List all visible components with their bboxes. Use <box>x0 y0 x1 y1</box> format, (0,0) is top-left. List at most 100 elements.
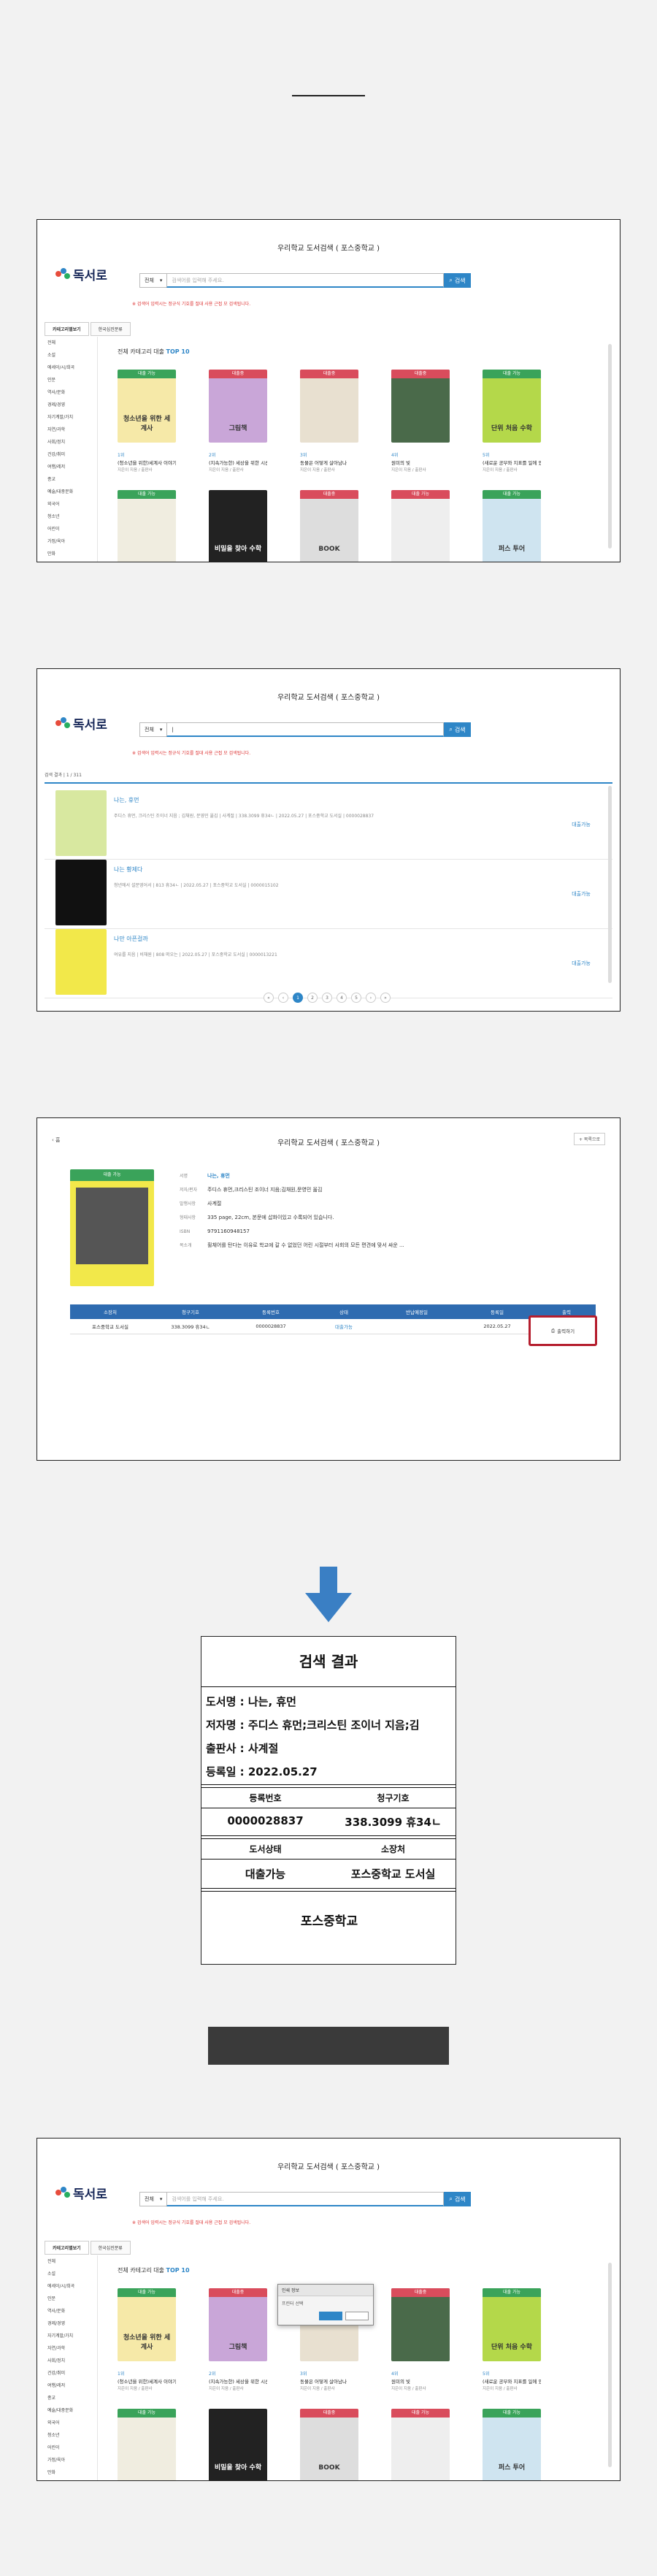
search-input[interactable]: 검색어를 입력해 주세요. <box>166 273 445 288</box>
scrollbar[interactable] <box>608 2263 612 2467</box>
sidebar-item[interactable]: 종교 <box>45 2392 97 2404</box>
sidebar-item[interactable]: 역사/문화 <box>45 2305 97 2317</box>
page-button[interactable]: 5 <box>351 993 361 1003</box>
sidebar-item[interactable]: 여행/레저 <box>45 2380 97 2392</box>
result-title[interactable]: 나는, 휴먼 <box>114 796 139 804</box>
page-button[interactable]: 1 <box>293 993 303 1003</box>
sidebar-item[interactable]: 경제/경영 <box>45 399 97 411</box>
book-card[interactable]: 대출중 4위 원미의 빛 지은이 지음 / 출판사 <box>391 370 450 473</box>
logo[interactable]: 독서로 <box>55 2184 107 2202</box>
sidebar-item[interactable]: 예술/대중문화 <box>45 486 97 498</box>
tab-category[interactable]: 카테고리별보기 <box>45 2241 89 2255</box>
sidebar-item[interactable]: 외국어 <box>45 498 97 511</box>
book-card[interactable]: 대출 가능 청소년을 위한 세계사 1위 (청소년을 위한)세계사 이야기 지은이 지음… <box>118 2288 176 2391</box>
dialog-ok-button[interactable] <box>319 2312 342 2320</box>
tab-category[interactable]: 카테고리별보기 <box>45 322 89 336</box>
book-card[interactable]: 대출 가능 <box>391 490 450 562</box>
logo[interactable]: 독서로 <box>55 714 107 733</box>
sidebar-item[interactable]: 사회/정치 <box>45 436 97 448</box>
book-title[interactable]: (새로운 공부와 지표를 일에 있 <box>483 459 541 466</box>
search-button[interactable]: ⌕ 검색 <box>444 722 471 737</box>
sidebar-item[interactable]: 어린이 <box>45 523 97 535</box>
book-card[interactable]: 대출 가능 퍼스 투어 <box>483 490 541 562</box>
book-card[interactable]: 대출 가능 <box>118 490 176 562</box>
sidebar-item[interactable]: 자기계발/가치 <box>45 411 97 424</box>
sidebar-item[interactable]: 자연/과학 <box>45 2342 97 2355</box>
sidebar-item[interactable]: 가정/육아 <box>45 535 97 548</box>
sidebar-item[interactable]: 전체 <box>45 2255 97 2268</box>
book-card[interactable]: 비밀을 찾아 수학 <box>209 490 267 562</box>
book-title[interactable]: (청소년을 위한)세계사 이야기 <box>118 2377 176 2385</box>
logo[interactable]: 독서로 <box>55 265 107 283</box>
sidebar-item[interactable]: 자연/과학 <box>45 424 97 436</box>
search-scope-select[interactable]: 전체 ▾ <box>139 2192 167 2206</box>
sidebar-item[interactable]: 에세이/시/희곡 <box>45 362 97 374</box>
result-row[interactable]: 나는 황제다 청년에서 설문영어서 | 813 휴34ㄴ | 2022.05.27… <box>45 855 612 929</box>
sidebar-item[interactable]: 사전/참고서/학습 <box>45 2479 97 2480</box>
book-card[interactable]: 대출 가능 <box>118 2409 176 2480</box>
book-card[interactable]: 대출 가능 퍼스 투어 <box>483 2409 541 2480</box>
page-button[interactable]: 3 <box>322 993 332 1003</box>
scrollbar[interactable] <box>608 344 612 549</box>
book-card[interactable]: 대출 가능 단위 처음 수학 5위 (새로운 공부와 지표를 일에 있 지은이 지음 /… <box>483 2288 541 2391</box>
sidebar-item[interactable]: 예술/대중문화 <box>45 2404 97 2417</box>
list-button[interactable]: + 목록으로 <box>573 1133 605 1145</box>
book-card[interactable]: 대출 가능 <box>391 2409 450 2480</box>
sidebar-item[interactable]: 만화 <box>45 2466 97 2479</box>
sidebar-item[interactable]: 외국어 <box>45 2417 97 2429</box>
sidebar-item[interactable]: 사회/정치 <box>45 2355 97 2367</box>
book-title[interactable]: (청소년을 위한)세계사 이야기 <box>118 459 176 466</box>
book-title[interactable]: (지속가능한) 세상을 위한 시선 <box>209 459 267 466</box>
book-title[interactable]: 동물은 어떻게 살아남나 <box>300 2377 358 2385</box>
sidebar-item[interactable]: 종교 <box>45 473 97 486</box>
book-title[interactable]: (지속가능한) 세상을 위한 시선 <box>209 2377 267 2385</box>
page-button[interactable]: » <box>380 993 391 1003</box>
book-card[interactable]: 대출중 BOOK <box>300 2409 358 2480</box>
print-button[interactable]: ⎙ 출력하기 <box>529 1315 597 1346</box>
search-input[interactable]: 검색어를 입력해 주세요. <box>166 2192 445 2206</box>
tab-kdc[interactable]: 한국십진분류 <box>90 322 131 336</box>
sidebar-item[interactable]: 에세이/시/희곡 <box>45 2280 97 2293</box>
book-title[interactable]: 동물은 어떻게 살아남나 <box>300 459 358 466</box>
page-button[interactable]: 2 <box>307 993 318 1003</box>
sidebar-item[interactable]: 청소년 <box>45 511 97 523</box>
book-card[interactable]: 대출중 그림책 2위 (지속가능한) 세상을 위한 시선 지은이 지음 / 출판사 <box>209 2288 267 2391</box>
page-button[interactable]: 4 <box>337 993 347 1003</box>
book-card[interactable]: 대출중 그림책 2위 (지속가능한) 세상을 위한 시선 지은이 지음 / 출판사 <box>209 370 267 473</box>
sidebar-item[interactable]: 자기계발/가치 <box>45 2330 97 2342</box>
result-title[interactable]: 나는 황제다 <box>114 865 142 874</box>
book-card[interactable]: 대출 가능 단위 처음 수학 5위 (새로운 공부와 지표를 일에 있 지은이 지음 /… <box>483 370 541 473</box>
page-button[interactable]: › <box>366 993 376 1003</box>
sidebar-item[interactable]: 사전/참고서/학습 <box>45 560 97 562</box>
page-button[interactable]: ‹ <box>278 993 288 1003</box>
sidebar-item[interactable]: 건강/취미 <box>45 2367 97 2380</box>
book-title[interactable]: 원미의 빛 <box>391 459 450 466</box>
sidebar-item[interactable]: 인문 <box>45 374 97 386</box>
sidebar-item[interactable]: 어린이 <box>45 2442 97 2454</box>
sidebar-item[interactable]: 만화 <box>45 548 97 560</box>
sidebar-item[interactable]: 경제/경영 <box>45 2317 97 2330</box>
result-row[interactable]: 나는, 휴먼 주디스 휴먼, 크리스틴 조이너 지음 ; 김채원, 문영민 옮김 … <box>45 786 612 860</box>
search-button[interactable]: ⌕ 검색 <box>444 273 471 288</box>
search-scope-select[interactable]: 전체 ▾ <box>139 273 167 288</box>
sidebar-item[interactable]: 여행/레저 <box>45 461 97 473</box>
book-card[interactable]: 대출중 BOOK <box>300 490 358 562</box>
book-card[interactable]: 비밀을 찾아 수학 <box>209 2409 267 2480</box>
search-button[interactable]: ⌕ 검색 <box>444 2192 471 2206</box>
sidebar-item[interactable]: 청소년 <box>45 2429 97 2442</box>
search-scope-select[interactable]: 전체 ▾ <box>139 722 167 737</box>
book-card[interactable]: 대출중 3위동물은 어떻게 살아남나지은이 지음 / 출판사 <box>300 370 358 473</box>
sidebar-item[interactable]: 가정/육아 <box>45 2454 97 2466</box>
sidebar-item[interactable]: 소설 <box>45 2268 97 2280</box>
book-card[interactable]: 대출중 4위 원미의 빛 지은이 지음 / 출판사 <box>391 2288 450 2391</box>
result-title[interactable]: 나만 아픈걸까 <box>114 935 148 943</box>
tab-kdc[interactable]: 한국십진분류 <box>90 2241 131 2255</box>
book-card[interactable]: 대출 가능 청소년을 위한 세계사 1위 (청소년을 위한)세계사 이야기 지은이 지음… <box>118 370 176 473</box>
sidebar-item[interactable]: 건강/취미 <box>45 448 97 461</box>
sidebar-item[interactable]: 전체 <box>45 337 97 349</box>
dialog-cancel-button[interactable] <box>345 2312 369 2320</box>
book-title[interactable]: (새로운 공부와 지표를 일에 있 <box>483 2377 541 2385</box>
result-row[interactable]: 나만 아픈걸까 여유를 지음 | 비채원 | 808 떠오는 | 2022.05.… <box>45 925 612 998</box>
sidebar-item[interactable]: 소설 <box>45 349 97 362</box>
sidebar-item[interactable]: 인문 <box>45 2293 97 2305</box>
